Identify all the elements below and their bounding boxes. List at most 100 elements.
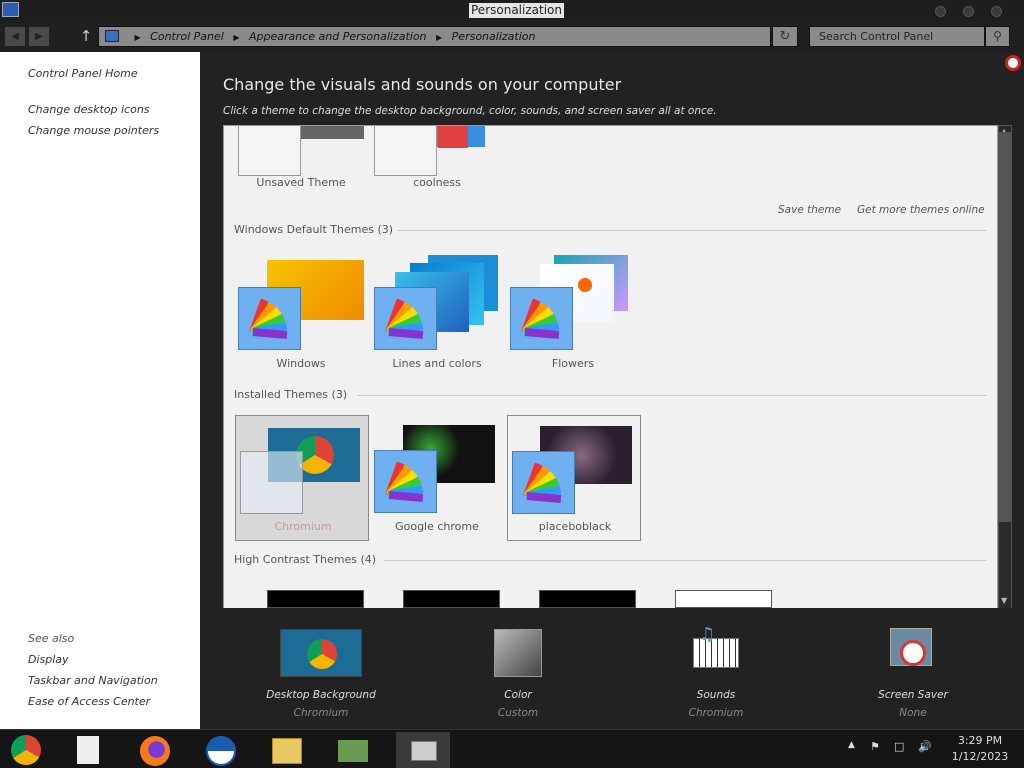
screen-saver-value: None (899, 707, 927, 719)
section-label-windows-default: Windows Default Themes (3) (234, 223, 394, 236)
sidebar-link-ease-of-access[interactable]: Ease of Access Center (28, 695, 150, 708)
navigation-toolbar: ◀ ▶ ↑ ▶ Control Panel ▶ Appearance and P… (0, 22, 1024, 52)
title-bar: Personalization (0, 0, 1024, 22)
theme-color-swatch (238, 287, 301, 350)
color-fan-icon (523, 462, 562, 503)
gallery-scrollbar[interactable]: ▲ ▼ (998, 125, 1012, 609)
breadcrumb-personalization[interactable]: Personalization (452, 30, 536, 43)
document-icon (77, 736, 99, 764)
page-subtitle: Click a theme to change the desktop back… (223, 105, 717, 117)
sidebar-link-mouse-pointers[interactable]: Change mouse pointers (28, 124, 159, 137)
section-divider (357, 395, 987, 396)
color-fan-icon (385, 298, 424, 339)
sidebar-link-taskbar[interactable]: Taskbar and Navigation (28, 674, 158, 687)
taskbar-explorer-button[interactable] (264, 732, 310, 768)
folder-icon (272, 738, 302, 764)
control-panel-icon (2, 2, 19, 17)
minimize-button[interactable] (935, 6, 946, 17)
chevron-right-icon: ▶ (436, 33, 443, 42)
back-arrow-icon: ◀ (11, 31, 19, 42)
breadcrumb-appearance[interactable]: Appearance and Personalization (249, 30, 427, 43)
close-button[interactable] (991, 6, 1002, 17)
theme-color-swatch (240, 451, 303, 514)
color-value: Custom (497, 707, 539, 719)
theme-placeboblack[interactable]: placeboblack (507, 415, 641, 541)
chevron-right-icon: ▶ (134, 33, 141, 42)
taskbar-firefox-button[interactable] (132, 732, 178, 768)
theme-high-contrast-3[interactable] (539, 590, 636, 608)
clock-date: 1/12/2023 (951, 750, 1009, 763)
sidebar-link-display[interactable]: Display (28, 653, 69, 666)
taskbar-obama-button[interactable] (198, 732, 244, 768)
theme-color-swatch (238, 126, 301, 176)
theme-coolness[interactable]: coolness (370, 126, 504, 189)
theme-high-contrast-1[interactable] (267, 590, 364, 608)
clock-time: 3:29 PM (957, 734, 1003, 747)
chromium-logo-icon (307, 639, 337, 669)
desktop-background-label: Desktop Background (266, 689, 376, 701)
section-divider (384, 560, 987, 561)
save-theme-link[interactable]: Save theme (778, 204, 841, 216)
taskbar-control-panel-button[interactable] (396, 732, 450, 768)
campaign-logo-icon (206, 736, 236, 766)
theme-chromium[interactable]: Chromium (235, 415, 369, 541)
theme-windows[interactable]: Windows (234, 252, 368, 378)
theme-color-swatch (374, 126, 437, 176)
sidebar-link-home[interactable]: Control Panel Home (28, 67, 138, 80)
color-fan-icon (521, 298, 560, 339)
scroll-down-icon[interactable]: ▼ (1001, 596, 1007, 605)
get-more-themes-link[interactable]: Get more themes online (857, 204, 985, 216)
system-clock[interactable]: 3:29 PM 1/12/2023 (940, 733, 1020, 765)
back-button[interactable]: ◀ (4, 26, 26, 47)
theme-unsaved[interactable]: Unsaved Theme (234, 126, 368, 189)
control-panel-icon (105, 30, 119, 42)
sidebar: Control Panel Home Change desktop icons … (0, 52, 200, 729)
flag-icon[interactable]: ⚑ (870, 740, 880, 753)
help-icon[interactable] (1005, 55, 1021, 71)
address-bar[interactable]: ▶ Control Panel ▶ Appearance and Persona… (98, 26, 771, 47)
color-preview (494, 629, 542, 677)
chromium-icon (11, 735, 41, 765)
maximize-button[interactable] (963, 6, 974, 17)
see-also-heading: See also (28, 632, 75, 645)
network-icon[interactable]: □ (894, 740, 904, 753)
theme-gallery: Unsaved Theme coolness Save theme Get mo… (223, 125, 998, 609)
theme-color-swatch (510, 287, 573, 350)
breadcrumb-control-panel[interactable]: Control Panel (150, 30, 224, 43)
theme-flowers[interactable]: Flowers (506, 252, 640, 378)
music-note-icon: ♫ (699, 624, 716, 645)
scrollbar-thumb[interactable] (999, 132, 1011, 522)
refresh-button[interactable]: ↻ (772, 26, 798, 47)
search-button[interactable]: ⚲ (985, 26, 1010, 47)
theme-preview-card (438, 126, 468, 148)
volume-icon[interactable]: 🔊 (918, 740, 932, 753)
section-label-high-contrast: High Contrast Themes (4) (234, 553, 377, 566)
search-input[interactable]: Search Control Panel (809, 26, 985, 47)
theme-color-swatch (374, 287, 437, 350)
up-button[interactable]: ↑ (78, 26, 94, 47)
taskbar-chromium-button[interactable] (4, 732, 50, 768)
theme-label: Windows (276, 357, 326, 370)
theme-label: Chromium (274, 520, 332, 533)
desktop-background-value: Chromium (293, 707, 349, 719)
color-fan-icon (249, 298, 288, 339)
section-label-installed: Installed Themes (3) (234, 388, 348, 401)
sidebar-link-desktop-icons[interactable]: Change desktop icons (28, 103, 150, 116)
network-app-icon (338, 740, 368, 762)
theme-google-chrome[interactable]: Google chrome (370, 415, 504, 541)
taskbar-network-button[interactable] (330, 732, 376, 768)
theme-label: coolness (413, 176, 461, 189)
theme-label: placeboblack (538, 520, 612, 533)
theme-high-contrast-white[interactable] (675, 590, 772, 608)
taskbar-file-button[interactable] (66, 732, 112, 768)
tray-expand-icon[interactable]: ▲ (848, 740, 855, 750)
theme-label: Unsaved Theme (256, 176, 346, 189)
color-fan-icon (385, 461, 424, 502)
theme-label: Flowers (551, 357, 595, 370)
theme-label: Google chrome (395, 520, 479, 533)
chevron-right-icon: ▶ (233, 33, 240, 42)
theme-high-contrast-2[interactable] (403, 590, 500, 608)
no-symbol-icon (900, 640, 926, 666)
theme-lines-and-colors[interactable]: Lines and colors (370, 252, 504, 378)
forward-button[interactable]: ▶ (28, 26, 50, 47)
